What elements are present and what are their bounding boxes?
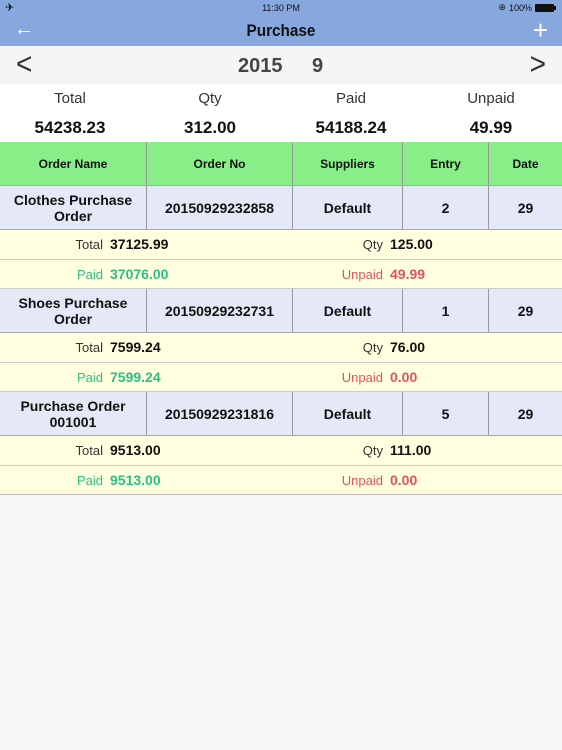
unpaid-label: Unpaid bbox=[341, 266, 383, 282]
order-totals-row: Total 7599.24 Qty 76.00 bbox=[0, 333, 562, 363]
qty-value: 111.00 bbox=[390, 442, 432, 458]
total-label: Total bbox=[75, 237, 103, 252]
table-row[interactable]: Clothes Purchase Order 20150929232858 De… bbox=[0, 186, 562, 230]
period-year: 2015 bbox=[238, 55, 283, 77]
unpaid-label: Unpaid bbox=[341, 472, 383, 488]
order-totals-row: Total 9513.00 Qty 111.00 bbox=[0, 436, 562, 466]
nav-bar: ← Purchase + bbox=[0, 15, 562, 46]
table-row[interactable]: Shoes Purchase Order 20150929232731 Defa… bbox=[0, 289, 562, 333]
order-entry: 5 bbox=[403, 392, 489, 435]
order-date: 29 bbox=[517, 405, 534, 422]
order-payment-row: Paid 9513.00 Unpaid 0.00 bbox=[0, 465, 562, 495]
battery-percent: 100% bbox=[508, 2, 532, 13]
header-order-no: Order No bbox=[147, 142, 293, 185]
unpaid-value: 0.00 bbox=[390, 368, 418, 385]
total-value: 7599.24 bbox=[110, 339, 161, 355]
qty-label: Qty bbox=[362, 237, 383, 252]
total-value: 9513.00 bbox=[110, 442, 161, 458]
summary-total-label: Total bbox=[54, 90, 86, 107]
unpaid-value: 0.00 bbox=[390, 471, 418, 488]
unpaid-label: Unpaid bbox=[341, 369, 383, 385]
order-name: Purchase Order 001001 bbox=[0, 392, 147, 435]
qty-value: 76.00 bbox=[390, 339, 426, 355]
header-entry: Entry bbox=[403, 142, 489, 185]
order-supplier: Default bbox=[293, 186, 403, 229]
paid-label: Paid bbox=[76, 369, 103, 385]
header-suppliers: Suppliers bbox=[293, 142, 403, 185]
orientation-lock-icon: ⊕ bbox=[498, 2, 506, 12]
summary-total-value: 54238.23 bbox=[34, 118, 106, 137]
table-header: Order Name Order No Suppliers Entry Date bbox=[0, 142, 562, 186]
summary-qty-label: Qty bbox=[198, 90, 222, 107]
paid-value: 9513.00 bbox=[110, 471, 161, 488]
next-month-icon[interactable]: > bbox=[530, 46, 546, 81]
qty-label: Qty bbox=[362, 340, 383, 355]
battery-icon bbox=[535, 3, 556, 12]
total-value: 37125.99 bbox=[110, 236, 169, 252]
previous-month-icon[interactable]: < bbox=[16, 46, 32, 81]
order-no: 20150929232858 bbox=[147, 186, 293, 229]
page-title: Purchase bbox=[246, 21, 316, 40]
order-totals-row: Total 37125.99 Qty 125.00 bbox=[0, 230, 562, 260]
order-date: 29 bbox=[517, 199, 534, 216]
top-bar: ✈ 11:30 PM ⊕ 100% ← Purchase + bbox=[0, 0, 562, 46]
order-date: 29 bbox=[517, 302, 534, 319]
order-no: 20150929231816 bbox=[147, 392, 293, 435]
unpaid-value: 49.99 bbox=[390, 265, 426, 282]
paid-label: Paid bbox=[76, 472, 103, 488]
paid-value: 37076.00 bbox=[110, 265, 169, 282]
order-payment-row: Paid 37076.00 Unpaid 49.99 bbox=[0, 259, 562, 289]
period-month: 9 bbox=[312, 55, 324, 77]
total-label: Total bbox=[75, 443, 103, 458]
summary-qty-value: 312.00 bbox=[184, 118, 236, 137]
summary-paid-label: Paid bbox=[335, 90, 367, 107]
summary-paid-value: 54188.24 bbox=[315, 118, 387, 137]
add-icon[interactable]: + bbox=[533, 15, 548, 46]
period-selector: < 2015 9 > bbox=[0, 46, 562, 84]
summary-unpaid-value: 49.99 bbox=[469, 118, 513, 137]
orders-table: Order Name Order No Suppliers Entry Date… bbox=[0, 142, 562, 495]
status-right: ⊕ 100% bbox=[498, 2, 556, 13]
status-bar: ✈ 11:30 PM ⊕ 100% bbox=[0, 0, 562, 16]
order-payment-row: Paid 7599.24 Unpaid 0.00 bbox=[0, 362, 562, 392]
status-time: 11:30 PM bbox=[262, 3, 300, 13]
order-name: Clothes Purchase Order bbox=[0, 186, 147, 229]
order-supplier: Default bbox=[293, 392, 403, 435]
table-row[interactable]: Purchase Order 001001 20150929231816 Def… bbox=[0, 392, 562, 436]
order-name: Shoes Purchase Order bbox=[0, 289, 147, 332]
qty-label: Qty bbox=[362, 443, 383, 458]
header-date: Date bbox=[512, 156, 539, 171]
paid-label: Paid bbox=[76, 266, 103, 282]
summary-panel: Total 54238.23 Qty 312.00 Paid 54188.24 … bbox=[0, 84, 562, 142]
header-order-name: Order Name bbox=[0, 142, 147, 185]
total-label: Total bbox=[75, 340, 103, 355]
order-no: 20150929232731 bbox=[147, 289, 293, 332]
order-entry: 1 bbox=[403, 289, 489, 332]
paid-value: 7599.24 bbox=[110, 368, 161, 385]
qty-value: 125.00 bbox=[390, 236, 433, 252]
summary-unpaid-label: Unpaid bbox=[467, 90, 515, 107]
order-supplier: Default bbox=[293, 289, 403, 332]
order-entry: 2 bbox=[403, 186, 489, 229]
